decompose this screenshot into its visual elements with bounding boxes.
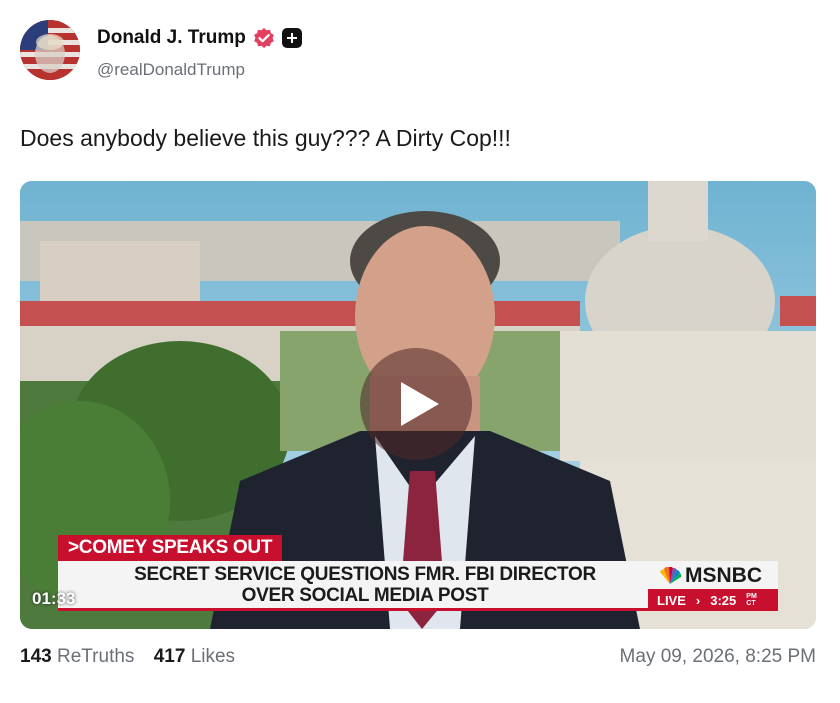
post-footer: 143 ReTruths 417 Likes May 09, 2026, 8:2… <box>20 646 816 672</box>
live-label: LIVE <box>657 592 686 608</box>
post-header: Donald J. Trump @realDonaldTrump <box>20 18 820 82</box>
network-name: MSNBC <box>685 564 762 587</box>
video-duration: 01:33 <box>32 589 76 608</box>
live-time-zone: PM CT <box>746 593 757 607</box>
verified-badge-icon <box>253 27 275 49</box>
network-logo: MSNBC <box>658 564 762 588</box>
name-row: Donald J. Trump <box>97 27 302 49</box>
avatar[interactable] <box>20 20 80 80</box>
live-arrow-icon: › <box>695 592 701 608</box>
chyron-headline-line1: SECRET SERVICE QUESTIONS FMR. FBI DIRECT… <box>134 564 596 585</box>
chyron-tag: >COMEY SPEAKS OUT <box>58 535 283 561</box>
likes-stat[interactable]: 417 Likes <box>154 646 235 668</box>
play-icon <box>401 382 439 426</box>
post-timestamp[interactable]: May 09, 2026, 8:25 PM <box>620 646 816 668</box>
chyron-banner: SECRET SERVICE QUESTIONS FMR. FBI DIRECT… <box>58 561 672 611</box>
likes-count: 417 <box>153 646 186 667</box>
user-handle[interactable]: @realDonaldTrump <box>97 60 245 80</box>
retruths-label: ReTruths <box>56 646 135 667</box>
plus-badge-icon <box>281 28 302 48</box>
peacock-icon <box>660 567 682 584</box>
likes-label: Likes <box>190 646 236 667</box>
retruths-stat[interactable]: 143 ReTruths <box>20 646 134 668</box>
live-time: 3:25 <box>710 592 737 608</box>
video-player[interactable]: >COMEY SPEAKS OUT SECRET SERVICE QUESTIO… <box>20 181 816 629</box>
chyron-headline-line2: OVER SOCIAL MEDIA POST <box>241 585 489 606</box>
live-time-zone-bottom: CT <box>746 600 756 607</box>
live-time-zone-top: PM <box>746 593 757 600</box>
display-name[interactable]: Donald J. Trump <box>97 27 246 49</box>
play-button[interactable] <box>360 348 472 460</box>
retruths-count: 143 <box>20 646 52 667</box>
post-body-text: Does anybody believe this guy??? A Dirty… <box>20 125 511 151</box>
live-indicator: LIVE › 3:25 PM CT <box>648 589 778 611</box>
